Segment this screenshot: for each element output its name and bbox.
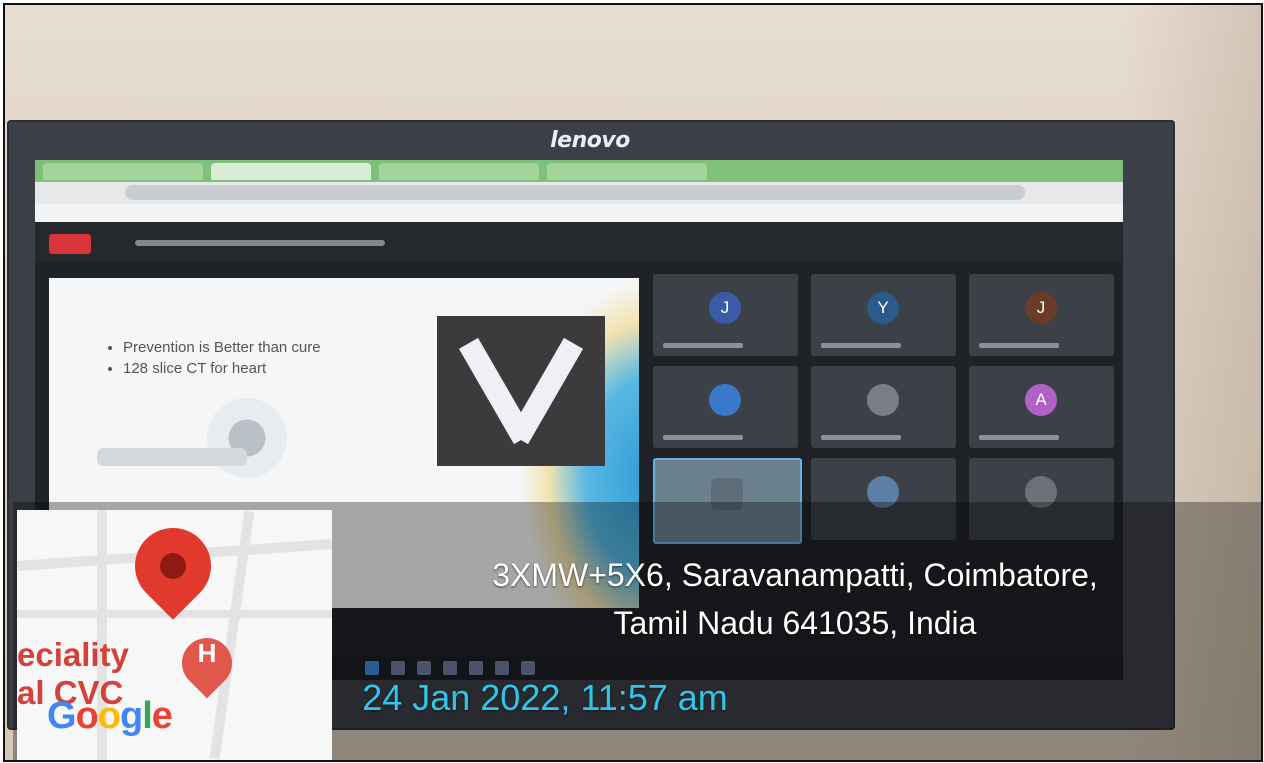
old-habits-change-image <box>437 316 605 466</box>
browser-address-bar <box>35 182 1123 204</box>
browser-tab-strip <box>35 160 1123 182</box>
avatar: J <box>1025 292 1057 324</box>
timestamp: 24 Jan 2022, 11:57 am <box>362 677 728 718</box>
participant-name <box>821 435 901 440</box>
google-logo: Google <box>47 695 173 737</box>
participant-tile[interactable] <box>653 366 798 448</box>
ct-gantry <box>207 398 287 478</box>
participant-tile[interactable]: A <box>969 366 1114 448</box>
hospital-marker-icon: H <box>171 627 243 699</box>
address-line-1: 3XMW+5X6, Saravanampatti, Coimbatore, <box>492 557 1098 593</box>
slide-bullet: 128 slice CT for heart <box>123 358 383 379</box>
location-pin-icon <box>119 512 227 620</box>
slide-bullet: Prevention is Better than cure <box>123 337 383 358</box>
ct-scanner-image <box>97 398 317 488</box>
avatar: A <box>1025 384 1057 416</box>
monitor-brand-logo: lenovo <box>550 128 630 153</box>
participant-name <box>979 343 1059 348</box>
avatar: J <box>709 292 741 324</box>
meeting-header <box>35 222 1123 262</box>
slide-bullets: Prevention is Better than cure 128 slice… <box>83 337 383 379</box>
arrow-change <box>508 337 584 445</box>
rec-badge <box>49 234 91 254</box>
presenting-notice <box>135 240 385 246</box>
participant-tile[interactable]: J <box>969 274 1114 356</box>
photo-frame: lenovo Prevention is Better than cure <box>3 3 1263 762</box>
avatar <box>709 384 741 416</box>
browser-tab[interactable] <box>379 163 539 180</box>
browser-tab[interactable] <box>211 163 371 180</box>
bookmarks-bar <box>35 204 1123 222</box>
avatar <box>867 384 899 416</box>
ct-table <box>97 448 247 466</box>
map-label: eciality <box>17 636 129 673</box>
participant-name <box>821 343 901 348</box>
participant-tile[interactable]: J <box>653 274 798 356</box>
url-field[interactable] <box>125 185 1025 200</box>
participant-name <box>663 343 743 348</box>
browser-tab[interactable] <box>547 163 707 180</box>
participant-tile[interactable] <box>811 366 956 448</box>
participant-name <box>979 435 1059 440</box>
participant-tile[interactable]: Y <box>811 274 956 356</box>
browser-tab[interactable] <box>43 163 203 180</box>
address-line-2: Tamil Nadu 641035, India <box>613 605 977 641</box>
participant-name <box>663 435 743 440</box>
avatar: Y <box>867 292 899 324</box>
map-thumbnail: eciality H al CVC Google <box>17 510 332 760</box>
